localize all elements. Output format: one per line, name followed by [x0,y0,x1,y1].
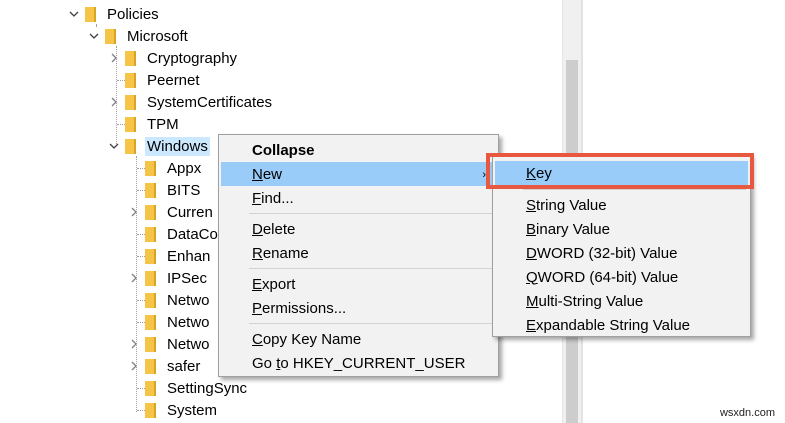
chevron-right-icon [131,207,137,217]
chevron-right-icon[interactable] [127,359,141,373]
tree-node-label: IPSec [167,269,208,287]
submenu-item-expandable-string-value[interactable]: Expandable String Value [495,313,748,337]
menu-item-new[interactable]: New › [221,162,496,186]
tree-node[interactable]: BITS [127,179,202,201]
menu-item-permissions[interactable]: Permissions... [221,296,496,320]
chevron-down-icon[interactable] [87,29,101,43]
chevron-down-icon[interactable] [67,7,81,21]
submenu-item-string-value[interactable]: String Value [495,193,748,217]
annotation-highlight-box [486,153,754,189]
folder-icon [145,204,156,220]
context-menu: Collapse New › Find... Delete Rename Exp… [218,134,499,377]
chevron-right-icon [131,339,137,349]
chevron-right-icon[interactable] [127,205,141,219]
tree-node[interactable]: Microsoft [87,25,190,47]
folder-icon [145,270,156,286]
folder-icon [145,226,156,242]
tree-node-label: SettingSync [167,379,248,397]
menu-item-export[interactable]: Export [221,272,496,296]
tree-node[interactable]: DataCo [127,223,220,245]
menu-item-copy-key-name[interactable]: Copy Key Name [221,327,496,351]
folder-icon [145,402,156,418]
chevron-down-icon [89,33,99,39]
tree-node-label: Curren [167,203,213,221]
menu-item-collapse[interactable]: Collapse [221,138,496,162]
menu-item-find[interactable]: Find... [221,186,496,210]
tree-node-label: Appx [167,159,202,177]
tree-node[interactable]: IPSec [127,267,209,289]
folder-icon [145,314,156,330]
tree-node-label: DataCo [167,225,218,243]
tree-node-label: Cryptography [147,49,238,67]
tree-node-label: Policies [107,5,159,23]
folder-icon [145,160,156,176]
chevron-right-icon[interactable] [107,95,121,109]
submenu-item-multi-string-value[interactable]: Multi-String Value [495,289,748,313]
tree-node[interactable]: Windows [107,135,210,157]
menu-separator [249,268,494,269]
tree-node[interactable]: System [127,399,219,421]
submenu-item-qword-value[interactable]: Q WORD (64-bit) Value [495,265,748,289]
chevron-right-icon[interactable] [127,337,141,351]
chevron-right-icon [131,273,137,283]
chevron-right-icon[interactable] [127,271,141,285]
tree-node-label: Windows [145,136,210,156]
folder-icon [145,182,156,198]
menu-item-delete[interactable]: Delete [221,217,496,241]
tree-node-label: Netwo [167,313,210,331]
tree-node[interactable]: Enhan [127,245,212,267]
folder-icon [105,28,116,44]
folder-icon [125,50,136,66]
submenu-item-binary-value[interactable]: Binary Value [495,217,748,241]
chevron-right-icon [111,97,117,107]
chevron-right-icon [111,53,117,63]
folder-icon [145,336,156,352]
tree-node[interactable]: Netwo [127,333,212,355]
watermark: wsxdn.com [719,407,775,419]
tree-node[interactable]: Netwo [127,311,212,333]
menu-separator [523,189,746,190]
chevron-right-icon[interactable] [107,51,121,65]
tree-node-label: Netwo [167,291,210,309]
tree-node[interactable]: Netwo [127,289,212,311]
tree-node[interactable]: safer [127,355,202,377]
folder-icon [125,116,136,132]
menu-separator [249,213,494,214]
tree-node[interactable]: SystemCertificates [107,91,274,113]
tree-node-label: TPM [147,115,179,133]
chevron-down-icon [109,143,119,149]
tree-node-label: BITS [167,181,201,199]
menu-item-go-to-hkcu[interactable]: Go to HKEY_CURRENT_USER [221,351,496,375]
tree-node[interactable]: Peernet [107,69,202,91]
submenu-item-dword-value[interactable]: D WORD (32-bit) Value [495,241,748,265]
chevron-down-icon [69,11,79,17]
tree-node-label: SystemCertificates [147,93,273,111]
folder-icon [125,72,136,88]
tree-node[interactable]: SettingSync [127,377,249,399]
folder-icon [145,248,156,264]
tree-node[interactable]: Curren [127,201,215,223]
folder-icon [85,6,96,22]
tree-node-label: System [167,401,218,419]
tree-node[interactable]: Policies [67,3,161,25]
folder-icon [145,358,156,374]
folder-icon [125,94,136,110]
tree-node[interactable]: Cryptography [107,47,239,69]
menu-separator [249,323,494,324]
tree-node-label: Netwo [167,335,210,353]
folder-icon [125,138,136,154]
folder-icon [145,380,156,396]
tree-node[interactable]: Appx [127,157,203,179]
tree-node-label: Enhan [167,247,211,265]
folder-icon [145,292,156,308]
tree-node[interactable]: TPM [107,113,181,135]
tree-node-label: Microsoft [127,27,188,45]
menu-item-rename[interactable]: Rename [221,241,496,265]
tree-node-label: safer [167,357,201,375]
chevron-down-icon[interactable] [107,139,121,153]
tree-node-label: Peernet [147,71,200,89]
chevron-right-icon [131,361,137,371]
